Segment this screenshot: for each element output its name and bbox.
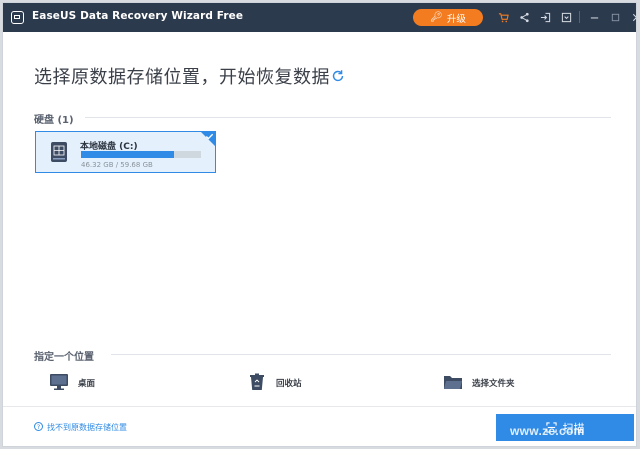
upgrade-button[interactable]: 🔑︎ 升级 <box>413 9 483 26</box>
location-select-folder[interactable]: 选择文件夹 <box>443 373 593 393</box>
close-icon[interactable] <box>626 8 636 27</box>
location-label: 回收站 <box>276 379 302 389</box>
watermark-text: www.ze.com <box>510 424 585 438</box>
checkmark-icon <box>205 133 214 140</box>
help-link[interactable]: 找不到原数据存储位置 <box>47 422 127 433</box>
refresh-icon[interactable] <box>331 69 345 83</box>
disk-usage-bar <box>81 151 201 158</box>
divider <box>111 354 611 355</box>
disk-card-c[interactable]: 本地磁盘 (C:) 46.32 GB / 59.68 GB <box>35 131 216 173</box>
toolbar-divider <box>579 11 580 23</box>
cart-icon[interactable] <box>493 8 514 27</box>
title-bar: EaseUS Data Recovery Wizard Free 🔑︎ 升级 <box>3 3 636 32</box>
drive-icon <box>51 142 67 162</box>
app-title: EaseUS Data Recovery Wizard Free <box>32 10 244 22</box>
login-icon[interactable] <box>535 8 556 27</box>
recycle-bin-icon <box>250 373 264 390</box>
disk-usage-fill <box>81 151 175 158</box>
app-window: EaseUS Data Recovery Wizard Free 🔑︎ 升级 选… <box>2 2 637 447</box>
maximize-icon[interactable] <box>605 8 626 27</box>
divider <box>85 117 611 118</box>
upgrade-label: 升级 <box>446 13 466 25</box>
desktop-icon <box>50 374 68 390</box>
page-headline: 选择原数据存储位置，开始恢复数据 <box>34 67 330 88</box>
disks-section-label: 硬盘 (1) <box>34 115 74 126</box>
help-icon: ? <box>34 422 43 431</box>
location-recycle-bin[interactable]: 回收站 <box>247 373 397 393</box>
location-label: 选择文件夹 <box>472 379 515 389</box>
title-bar-actions <box>493 8 636 27</box>
share-icon[interactable] <box>514 8 535 27</box>
minimize-icon[interactable] <box>584 8 605 27</box>
location-label: 桌面 <box>78 379 96 389</box>
folder-icon <box>444 376 462 389</box>
location-section-label: 指定一个位置 <box>34 352 94 363</box>
menu-icon[interactable] <box>556 8 577 27</box>
disk-size: 46.32 GB / 59.68 GB <box>81 161 153 169</box>
app-logo-icon <box>11 11 24 24</box>
key-icon: 🔑︎ <box>430 12 443 23</box>
location-desktop[interactable]: 桌面 <box>49 373 199 393</box>
